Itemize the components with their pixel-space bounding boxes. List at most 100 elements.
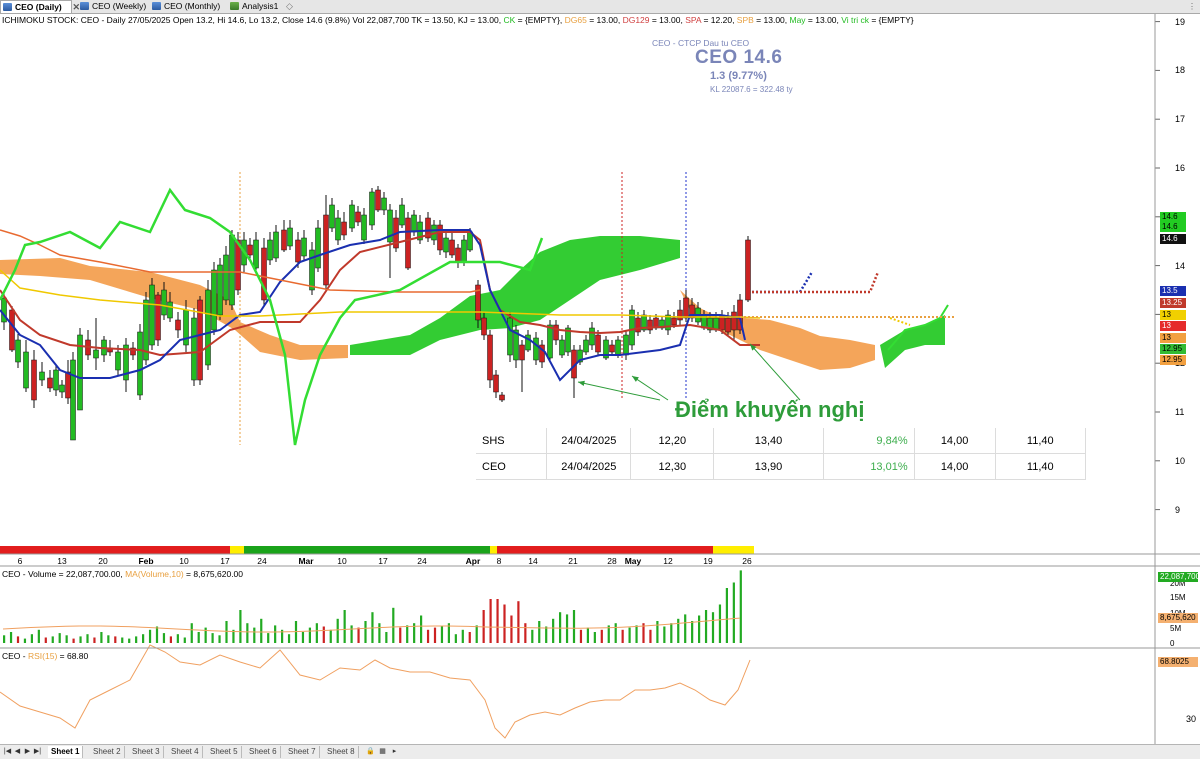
date-label: Mar <box>298 556 314 566</box>
volume-bar <box>267 633 270 643</box>
symbol-change: 1.3 (9.77%) <box>710 70 767 82</box>
volume-bar <box>350 625 353 643</box>
volume-bar <box>524 623 527 643</box>
candle-body <box>115 351 121 371</box>
candle-body <box>467 231 473 251</box>
volume-bar <box>378 623 381 643</box>
candle-body <box>725 317 731 333</box>
prev-sheet-icon[interactable]: ◀ <box>13 746 22 757</box>
next-sheet-icon[interactable]: ▶ <box>23 746 32 757</box>
candle-body <box>155 294 161 341</box>
date-label: 12 <box>663 556 673 566</box>
candle-body <box>507 317 513 356</box>
volume-bar <box>468 632 471 643</box>
trend-band <box>0 546 230 554</box>
candle-body <box>70 359 76 441</box>
candle-body <box>287 227 293 247</box>
candle-body <box>223 254 229 301</box>
candle-body <box>47 377 53 389</box>
trend-band <box>713 546 754 554</box>
candle-body <box>411 214 417 233</box>
candle-body <box>487 334 493 381</box>
volume-bar <box>197 632 200 643</box>
lock-icon[interactable]: 🔒 <box>366 746 375 757</box>
candle-body <box>309 249 315 291</box>
chart-area[interactable]: 6 13 20 Feb 10 17 24 Mar 10 17 24 Apr 8 14 21 28 May 12 19… <box>0 0 1200 744</box>
candle-body <box>519 344 525 361</box>
arrow-head <box>632 376 639 382</box>
date-label: 26 <box>742 556 752 566</box>
volume-axis-label: 15M <box>1170 593 1186 602</box>
sheet-tab[interactable]: Sheet 7 <box>285 746 320 758</box>
cell-pct: 13,01% <box>823 453 915 480</box>
volume-bar <box>392 607 395 643</box>
volume-bar <box>239 610 242 643</box>
date-label: 10 <box>179 556 189 566</box>
price-tag: 14.6 <box>1160 222 1186 232</box>
sheet-tab[interactable]: Sheet 2 <box>90 746 125 758</box>
candle-body <box>533 337 539 361</box>
candle-body <box>39 371 45 381</box>
cell-v1: 14,00 <box>914 428 996 454</box>
first-sheet-icon[interactable]: |◀ <box>3 746 12 757</box>
price-axis-label: 16 <box>1175 163 1186 173</box>
volume-bar <box>225 621 228 643</box>
volume-bar <box>336 618 339 643</box>
cell-buy: 12,20 <box>630 428 715 454</box>
candle-body <box>683 297 689 319</box>
candle-body <box>211 269 217 331</box>
volume-bar <box>3 635 6 643</box>
cell-target: 13,90 <box>713 453 824 480</box>
sheet-tab[interactable]: Sheet 6 <box>246 746 281 758</box>
candle-body <box>671 317 677 326</box>
add-sheet-icon[interactable]: ▦ <box>378 746 387 757</box>
volume-bar <box>399 627 402 643</box>
volume-bar <box>190 623 193 643</box>
candle-body <box>341 221 347 236</box>
volume-bar <box>489 599 492 643</box>
rsi-panel-label: CEO - RSI(15) = 68.80 <box>2 651 89 661</box>
date-label: 13 <box>57 556 67 566</box>
candle-body <box>205 289 211 366</box>
volume-bar <box>211 633 214 643</box>
arrow-head <box>578 380 585 387</box>
sheet-tab[interactable]: Sheet 5 <box>207 746 242 758</box>
candle-body <box>589 327 595 346</box>
volume-axis-label: 0 <box>1170 639 1175 648</box>
candle-body <box>15 339 21 363</box>
ichimoku-cloud-bull <box>880 315 945 368</box>
volume-bar <box>565 614 569 643</box>
candle-body <box>731 311 737 331</box>
date-label: May <box>625 556 642 566</box>
price-tag: 14.6 <box>1160 212 1186 222</box>
candle-body <box>745 239 751 301</box>
sheet-tab[interactable]: Sheet 4 <box>168 746 203 758</box>
candle-body <box>381 197 387 211</box>
volume-bar <box>329 629 332 643</box>
candle-body <box>399 204 405 226</box>
volume-bar <box>274 625 277 643</box>
candle-body <box>65 371 71 399</box>
volume-bar <box>287 634 291 643</box>
sheet-tab[interactable]: Sheet 3 <box>129 746 164 758</box>
candle-body <box>595 334 601 353</box>
date-label: 17 <box>220 556 230 566</box>
forward-tenkan <box>752 271 814 294</box>
more-sheet-icon[interactable]: ▸ <box>390 746 399 757</box>
sheet-tab[interactable]: Sheet 1 <box>48 746 84 758</box>
last-sheet-icon[interactable]: ▶| <box>33 746 42 757</box>
volume-bar <box>649 629 652 643</box>
volume-bar <box>16 636 20 643</box>
date-label: 24 <box>417 556 427 566</box>
candle-body <box>273 231 279 259</box>
candle-body <box>253 239 259 269</box>
volume-bar <box>420 615 423 643</box>
candle-body <box>93 349 99 359</box>
cell-code: CEO <box>476 453 548 480</box>
sheet-tab[interactable]: Sheet 8 <box>324 746 359 758</box>
cell-date: 24/04/2025 <box>546 428 632 454</box>
volume-tag: 22,087,700 <box>1158 572 1200 582</box>
cell-buy: 12,30 <box>630 453 715 480</box>
candle-body <box>175 319 181 331</box>
candle-body <box>247 244 253 256</box>
